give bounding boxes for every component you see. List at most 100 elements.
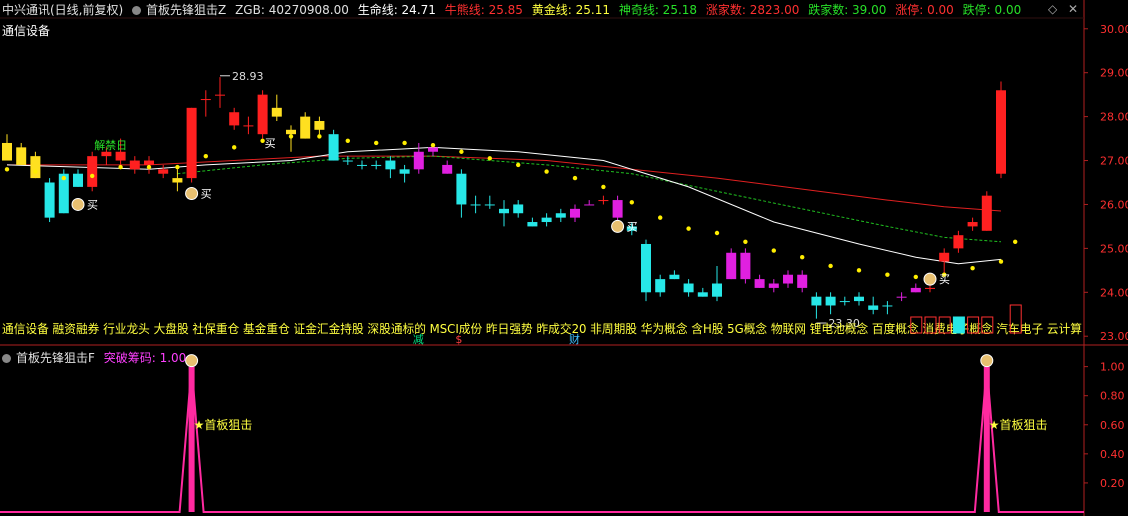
diamond-icon[interactable]: ◇ — [1048, 2, 1057, 16]
price-tick-label: 29.00 — [1100, 67, 1128, 80]
signal-dot — [345, 138, 350, 143]
breakthrough-line — [0, 366, 1084, 513]
sub-indicator-name[interactable]: 首板先锋狙击F — [16, 351, 95, 365]
buy-signal-label: 买 — [201, 187, 212, 200]
signal-dot — [629, 200, 634, 205]
candle-body — [555, 213, 566, 218]
signal-dot — [800, 254, 805, 260]
sector-label: 通信设备 — [2, 24, 51, 38]
zhangjia-value: 涨家数: 2823.00 — [705, 3, 800, 17]
candle-body — [839, 301, 850, 303]
concept-mark: $ — [455, 333, 462, 346]
star-signal-label: ★首板狙击 — [989, 418, 1048, 432]
signal-dot — [175, 164, 180, 170]
candle-body — [825, 296, 836, 306]
candle-body — [399, 169, 410, 174]
money-bag-icon — [71, 197, 85, 211]
signal-dot — [913, 274, 918, 280]
main-header: 中兴通讯(日线,前复权) 首板先锋狙击Z ZGB: 40270908.00 生命… — [2, 3, 1026, 17]
candle-body — [2, 142, 12, 161]
candle-body — [30, 156, 41, 179]
candle-body — [314, 121, 325, 130]
candle-body — [200, 99, 211, 101]
signal-dot — [771, 248, 776, 253]
signal-dot — [998, 259, 1004, 264]
candle-body — [413, 151, 424, 170]
candle-body — [328, 134, 339, 161]
signal-dot — [856, 268, 862, 273]
candle-body — [513, 204, 524, 214]
signal-dot — [90, 173, 95, 179]
candle-body — [484, 204, 495, 206]
candle-body — [655, 279, 666, 293]
sub-tick-label: 0.40 — [1100, 448, 1125, 461]
sub-tick-label: 0.20 — [1100, 477, 1125, 490]
huangjin-value: 黄金线: 25.11 — [531, 3, 610, 17]
sub-tick-label: 1.00 — [1100, 361, 1125, 374]
candle-body — [499, 208, 509, 214]
candle-body — [641, 243, 651, 293]
volume-box — [952, 316, 965, 334]
candle-body — [243, 125, 254, 127]
candle-body — [144, 160, 154, 165]
signal-dot — [516, 162, 521, 168]
signal-dot — [374, 140, 379, 146]
candle-body — [612, 200, 623, 218]
breakthrough-value: 突破筹码: 1.00 — [103, 351, 187, 365]
signal-dot — [288, 134, 294, 139]
candle-body — [527, 222, 538, 227]
money-bag-icon — [185, 186, 199, 200]
candle-body — [271, 107, 282, 117]
candle-body — [286, 129, 296, 135]
candle-body — [768, 283, 779, 288]
price-tick-label: 28.00 — [1100, 111, 1128, 124]
dieting-value: 跌停: 0.00 — [962, 3, 1022, 17]
candle-body — [371, 164, 382, 166]
candle-body — [910, 287, 921, 293]
candle-body — [726, 252, 737, 280]
candle-body — [257, 94, 268, 135]
candle-body — [925, 287, 935, 289]
candle-body — [357, 164, 367, 166]
signal-dot — [487, 156, 492, 161]
candle-body — [868, 305, 879, 310]
money-bag-icon — [611, 219, 625, 233]
candle-body — [101, 151, 112, 157]
buy-signal-label: 买 — [87, 198, 98, 211]
candle-body — [442, 164, 453, 174]
unlock-day-label: 解禁日 — [94, 138, 127, 152]
candle-body — [683, 283, 694, 293]
candle-body — [73, 173, 83, 187]
price-tick-label: 23.00 — [1100, 330, 1128, 343]
candle-body — [740, 252, 751, 280]
candle-body — [456, 173, 467, 205]
zgb-value: ZGB: 40270908.00 — [235, 3, 349, 17]
signal-dot — [4, 167, 10, 172]
signal-dot — [544, 169, 549, 174]
candle-body — [669, 274, 680, 280]
signal-dot — [459, 149, 464, 154]
indicator-name[interactable]: 首板先锋狙击Z — [146, 3, 226, 17]
price-tick-label: 25.00 — [1100, 242, 1128, 255]
candle-body — [158, 169, 169, 174]
price-tick-label: 27.00 — [1100, 155, 1128, 168]
close-icon[interactable]: ✕ — [1068, 2, 1078, 16]
zhangting-value: 涨停: 0.00 — [895, 3, 954, 17]
spike-bar — [983, 366, 990, 512]
chart-canvas: 23.00 24.00 25.00 26.00 27.00 28.00 29.00 30.00… — [0, 0, 1128, 516]
spike-bar — [188, 366, 195, 512]
candle-body — [470, 204, 481, 206]
candle-body — [115, 151, 126, 161]
gear-icon[interactable] — [2, 354, 11, 363]
gear-icon[interactable] — [132, 6, 142, 15]
candle-body — [953, 235, 964, 249]
candle-body — [996, 90, 1006, 174]
candle-body — [16, 147, 27, 165]
price-tick-label: 30.00 — [1100, 23, 1128, 36]
security-label[interactable]: 中兴通讯(日线,前复权) — [2, 3, 123, 17]
signal-dot — [118, 164, 123, 170]
candle-body — [300, 116, 311, 139]
signal-dot — [203, 153, 208, 159]
candle-body — [896, 296, 907, 298]
candle-body — [44, 182, 55, 218]
